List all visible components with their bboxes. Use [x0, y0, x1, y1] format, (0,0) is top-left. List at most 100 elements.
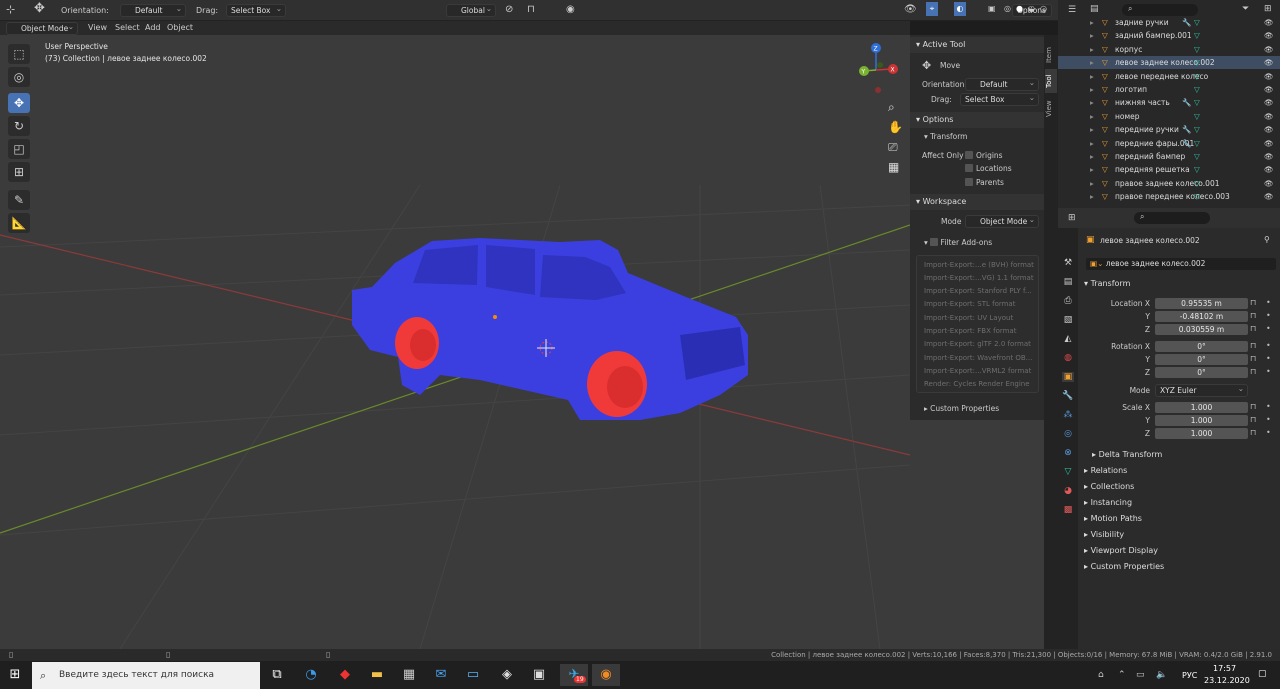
expand-arrow-icon[interactable]: ▸: [1090, 83, 1094, 96]
visibility-eye-icon[interactable]: 👁: [1264, 163, 1274, 176]
volume-icon[interactable]: 🔈: [1156, 670, 1167, 680]
mesh-data-icon[interactable]: ▽: [1194, 70, 1200, 83]
properties-section-header[interactable]: ▸ Visibility: [1084, 530, 1124, 539]
visibility-eye-icon[interactable]: 👁: [1264, 56, 1274, 69]
lock-icon[interactable]: ⊓: [1250, 324, 1256, 333]
vivaldi-browser-icon[interactable]: ◆: [334, 664, 356, 686]
mesh-data-icon[interactable]: ▽: [1194, 190, 1200, 203]
custom-properties-header[interactable]: ▸ Custom Properties: [924, 404, 999, 413]
filter-addons-toggle[interactable]: ▾ Filter Add-ons: [924, 237, 992, 247]
language-indicator[interactable]: РУС: [1182, 671, 1197, 680]
tab-view[interactable]: View: [1045, 97, 1057, 121]
filter-icon[interactable]: ⏷: [1242, 4, 1249, 14]
outliner-search-input[interactable]: ⌕: [1122, 4, 1198, 16]
expand-arrow-icon[interactable]: ▸: [1090, 137, 1094, 150]
outliner-row[interactable]: ▸ ▽ номер ▽ 👁: [1058, 110, 1280, 123]
3d-viewport[interactable]: Z X Y ⌕ ✋ ⎚ ▦ User Perspective (73) Coll…: [0, 35, 910, 649]
navigation-gizmo[interactable]: Z X Y: [859, 43, 898, 93]
addon-item[interactable]: Import-Export: Wavefront OB...: [924, 354, 1032, 362]
task-view-icon[interactable]: ⧉: [266, 664, 288, 686]
editor-type-icon[interactable]: ⊹: [6, 3, 15, 17]
output-icon[interactable]: ⎙: [1062, 296, 1074, 306]
notifications-icon[interactable]: ▢: [1258, 669, 1267, 679]
render-icon[interactable]: ▤: [1062, 277, 1074, 287]
outliner-row[interactable]: ▸ ▽ корпус ▽ 👁: [1058, 43, 1280, 56]
outliner-row[interactable]: ▸ ▽ передняя решетка ▽ 👁: [1058, 163, 1280, 176]
photos-icon[interactable]: ▭: [462, 664, 484, 686]
visibility-eye-icon[interactable]: 👁: [1264, 29, 1274, 42]
addon-item[interactable]: Import-Export:...VG) 1.1 format: [924, 274, 1034, 282]
properties-editor-icon[interactable]: ⊞: [1068, 213, 1076, 223]
addon-item[interactable]: Import-Export: STL format: [924, 300, 1015, 308]
app-window-icon[interactable]: ▣: [528, 664, 550, 686]
mesh-data-icon[interactable]: ▽: [1194, 150, 1200, 163]
move-tool-icon[interactable]: ✥: [34, 2, 45, 16]
constraints-icon[interactable]: ⊗: [1062, 448, 1074, 458]
viewport-lower-area[interactable]: [910, 420, 1044, 649]
visibility-eye-icon[interactable]: 👁: [1264, 43, 1274, 56]
visibility-eye-icon[interactable]: 👁: [1264, 110, 1274, 123]
keyframe-dot-icon[interactable]: •: [1266, 311, 1271, 320]
scale-y-field[interactable]: 1.000: [1155, 415, 1248, 426]
modifier-wrench-icon[interactable]: 🔧: [1182, 96, 1191, 109]
outliner-row[interactable]: ▸ ▽ логотип ▽ 👁: [1058, 83, 1280, 96]
rotation-x-field[interactable]: 0°: [1155, 341, 1248, 352]
transform-tool-icon[interactable]: ⊞: [8, 162, 30, 182]
rotation-y-field[interactable]: 0°: [1155, 354, 1248, 365]
expand-arrow-icon[interactable]: ▸: [1090, 123, 1094, 136]
mesh-data-icon[interactable]: ▽: [1194, 110, 1200, 123]
addon-item[interactable]: Import-Export:...VRML2 format: [924, 367, 1031, 375]
outliner-row[interactable]: ▸ ▽ задний бампер.001 ▽ 👁: [1058, 29, 1280, 42]
taskbar-search-input[interactable]: ⌕ Введите здесь текст для поиска: [32, 662, 260, 689]
network-icon[interactable]: ▭: [1136, 670, 1145, 680]
addon-item[interactable]: Render: Cycles Render Engine: [924, 380, 1030, 388]
workspace-mode-dropdown[interactable]: Object Mode: [965, 214, 1039, 228]
addon-item[interactable]: Import-Export: glTF 2.0 format: [924, 340, 1031, 348]
lock-icon[interactable]: ⊓: [1250, 428, 1256, 437]
lock-icon[interactable]: ⊓: [1250, 311, 1256, 320]
outliner-row[interactable]: ▸ ▽ передний бампер ▽ 👁: [1058, 150, 1280, 163]
menu-view[interactable]: View: [88, 21, 107, 35]
origins-checkbox[interactable]: [965, 151, 973, 159]
view-layer-icon[interactable]: ▧: [1062, 315, 1074, 325]
modifier-icon[interactable]: 🔧: [1062, 391, 1074, 401]
rotate-tool-icon[interactable]: ↻: [8, 116, 30, 136]
mesh-data-icon[interactable]: ▽: [1194, 177, 1200, 190]
visibility-eye-icon[interactable]: 👁: [1264, 137, 1274, 150]
visibility-eye-icon[interactable]: 👁: [1264, 70, 1274, 83]
lock-icon[interactable]: ⊓: [1250, 402, 1256, 411]
scene-icon[interactable]: ◭: [1062, 334, 1074, 344]
outliner-row[interactable]: ▸ ▽ левое переднее колесо ▽ 👁: [1058, 70, 1280, 83]
mesh-data-icon[interactable]: ▽: [1194, 56, 1200, 69]
expand-arrow-icon[interactable]: ▸: [1090, 163, 1094, 176]
mesh-data-icon[interactable]: ▽: [1194, 123, 1200, 136]
visibility-eye-icon[interactable]: 👁: [1264, 96, 1274, 109]
zoom-icon[interactable]: ⌕: [888, 100, 895, 114]
transform-space-dropdown[interactable]: Global: [446, 3, 496, 17]
expand-arrow-icon[interactable]: ▸: [1090, 150, 1094, 163]
lock-icon[interactable]: ⊓: [1250, 367, 1256, 376]
rotation-z-field[interactable]: 0°: [1155, 367, 1248, 378]
properties-section-header[interactable]: ▸ Relations: [1084, 466, 1127, 475]
measure-tool-icon[interactable]: 📐: [8, 213, 30, 233]
active-tool-header[interactable]: ▾ Active Tool: [910, 37, 1044, 53]
expand-arrow-icon[interactable]: ▸: [1090, 96, 1094, 109]
tab-item[interactable]: Item: [1045, 43, 1057, 67]
mesh-data-icon[interactable]: ▽: [1194, 16, 1200, 29]
visibility-eye-icon[interactable]: 👁: [1264, 16, 1274, 29]
transform-panel-header[interactable]: ▾ Transform: [1084, 279, 1130, 288]
menu-select[interactable]: Select: [115, 21, 140, 35]
select-box-tool-icon[interactable]: ⬚: [8, 44, 30, 64]
outliner-row[interactable]: ▸ ▽ задние ручки 🔧 ▽ 👁: [1058, 16, 1280, 29]
particles-icon[interactable]: ⁂: [1062, 410, 1074, 420]
expand-arrow-icon[interactable]: ▸: [1090, 177, 1094, 190]
rotation-mode-dropdown[interactable]: XYZ Euler: [1155, 383, 1248, 397]
expand-arrow-icon[interactable]: ▸: [1090, 190, 1094, 203]
properties-section-header[interactable]: ▸ Motion Paths: [1084, 514, 1142, 523]
clock-date[interactable]: 23.12.2020: [1204, 676, 1250, 685]
locations-checkbox[interactable]: [965, 164, 973, 172]
mesh-data-icon[interactable]: ▽: [1194, 96, 1200, 109]
location-z-field[interactable]: 0.030559 m: [1155, 324, 1248, 335]
lock-icon[interactable]: ⊓: [1250, 341, 1256, 350]
file-explorer-icon[interactable]: ▬: [366, 664, 388, 686]
